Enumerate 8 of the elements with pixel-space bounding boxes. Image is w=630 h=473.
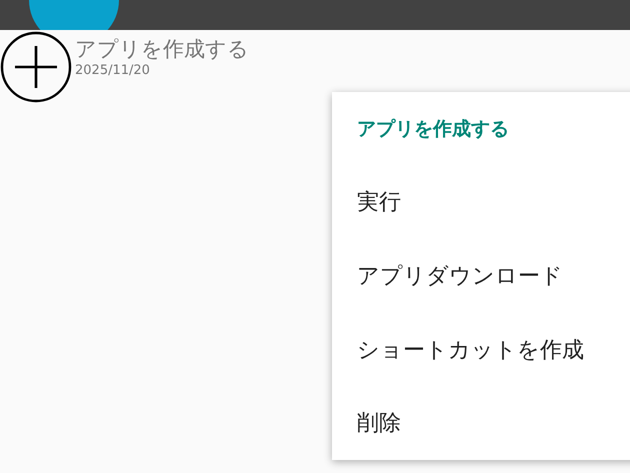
menu-item[interactable]: ショートカットを作成: [332, 312, 630, 386]
menu-item[interactable]: 実行: [332, 166, 630, 240]
menu-item[interactable]: 削除: [332, 386, 630, 460]
menu-title: アプリを作成する: [356, 116, 510, 142]
app-title: アプリを作成する: [75, 36, 249, 63]
add-icon[interactable]: [0, 31, 72, 103]
menu-item[interactable]: アプリダウンロード: [332, 239, 630, 313]
app-date: 2025/11/20: [75, 63, 151, 79]
